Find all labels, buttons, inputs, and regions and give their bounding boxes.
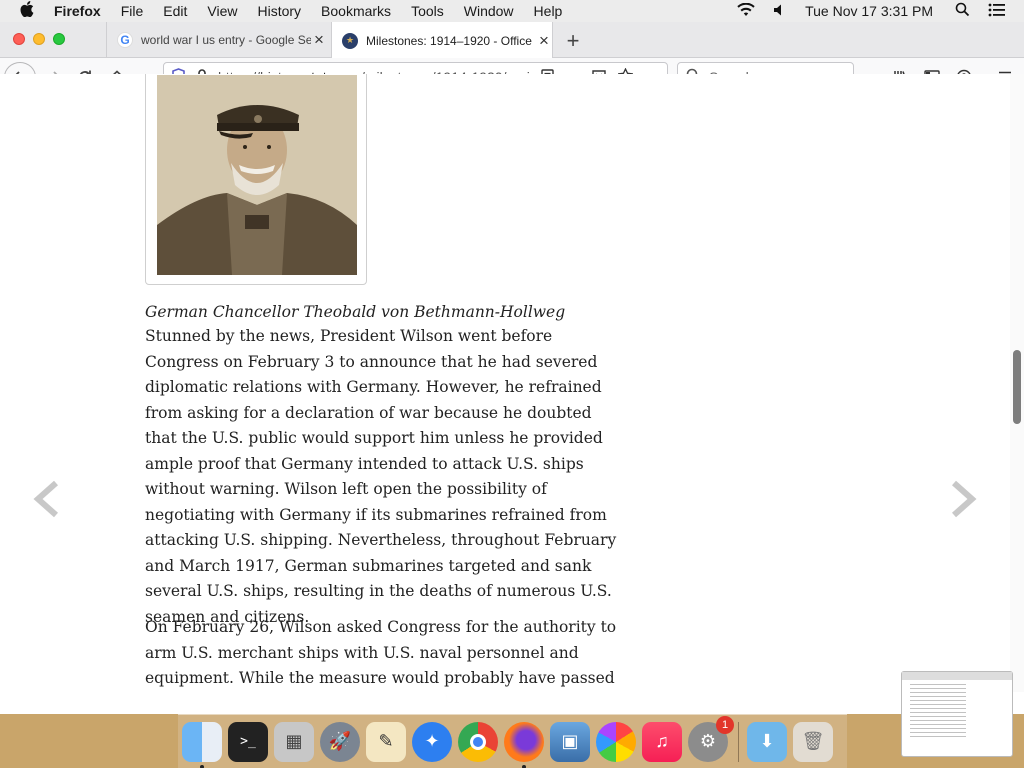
tab-close-icon[interactable]: × <box>536 31 552 51</box>
new-tab-plus-icon[interactable]: + <box>562 28 584 54</box>
menu-clock[interactable]: Tue Nov 17 3:31 PM <box>805 3 933 19</box>
menu-history[interactable]: History <box>257 3 301 19</box>
menu-help[interactable]: Help <box>534 3 563 19</box>
launchpad-icon[interactable]: 🚀 <box>320 721 360 762</box>
next-page-arrow-icon[interactable] <box>946 479 978 529</box>
system-preferences-gear-icon[interactable]: ⚙ 1 <box>688 715 734 762</box>
image-caption: German Chancellor Theobald von Bethmann-… <box>145 303 566 321</box>
control-center-icon[interactable] <box>988 3 1006 20</box>
safari-compass-icon[interactable]: ✦ <box>412 721 452 762</box>
tab-title: Milestones: 1914–1920 - Office <box>366 33 532 48</box>
firefox-icon[interactable] <box>504 721 544 768</box>
music-note-icon[interactable]: ♫ <box>642 721 682 762</box>
apple-menu-icon[interactable] <box>20 1 36 21</box>
dock-separator <box>738 721 739 762</box>
menu-bookmarks[interactable]: Bookmarks <box>321 3 391 19</box>
portrait-frame <box>145 74 367 285</box>
finder-icon[interactable] <box>182 721 222 768</box>
scrollbar-thumb[interactable] <box>1013 350 1021 424</box>
preview-icon[interactable]: ▣ <box>550 721 590 762</box>
textedit-icon[interactable]: ✎ <box>366 721 406 762</box>
bethmann-hollweg-portrait-image <box>157 75 357 275</box>
window-zoom-button[interactable] <box>53 33 65 45</box>
calculator-icon[interactable]: ▦ <box>274 721 314 762</box>
tab-strip: G world war I us entry - Google Se × ★ M… <box>0 22 1024 59</box>
state-dept-seal-favicon-icon: ★ <box>342 32 358 49</box>
macos-dock: >_ ▦ 🚀 ✎ ✦ ▣ ♫ ⚙ 1 ⬇ 🗑 <box>178 714 847 768</box>
tab-google-search[interactable]: G world war I us entry - Google Se × <box>106 22 330 58</box>
google-favicon-icon: G <box>117 32 133 48</box>
chrome-icon[interactable] <box>458 721 498 762</box>
photos-icon[interactable] <box>596 721 636 762</box>
window-close-button[interactable] <box>13 33 25 45</box>
wifi-icon[interactable] <box>737 2 755 20</box>
previous-page-arrow-icon[interactable] <box>32 479 64 529</box>
spotlight-icon[interactable] <box>955 2 970 20</box>
window-minimize-button[interactable] <box>33 33 45 45</box>
menu-view[interactable]: View <box>207 3 237 19</box>
macos-menu-bar: Firefox File Edit View History Bookmarks… <box>0 0 1024 22</box>
page-scrollbar[interactable] <box>1010 74 1024 692</box>
screenshot-thumbnail-preview[interactable] <box>901 671 1013 757</box>
tab-close-icon[interactable]: × <box>311 30 327 50</box>
article-paragraph: Stunned by the news, President Wilson we… <box>145 327 617 626</box>
menu-edit[interactable]: Edit <box>163 3 187 19</box>
menu-tools[interactable]: Tools <box>411 3 444 19</box>
terminal-icon[interactable]: >_ <box>228 721 268 762</box>
menu-file[interactable]: File <box>121 3 144 19</box>
menu-window[interactable]: Window <box>464 3 514 19</box>
tab-milestones[interactable]: ★ Milestones: 1914–1920 - Office × <box>331 22 553 59</box>
tab-title: world war I us entry - Google Se <box>141 33 311 47</box>
menu-app-name[interactable]: Firefox <box>54 3 101 19</box>
volume-icon[interactable] <box>773 3 787 20</box>
downloads-folder-icon[interactable]: ⬇ <box>747 721 787 762</box>
article-paragraph: On February 26, Wilson asked Congress fo… <box>145 618 617 687</box>
page-content: German Chancellor Theobald von Bethmann-… <box>0 74 1010 692</box>
notification-badge: 1 <box>716 715 734 734</box>
trash-icon[interactable]: 🗑 <box>793 721 833 762</box>
